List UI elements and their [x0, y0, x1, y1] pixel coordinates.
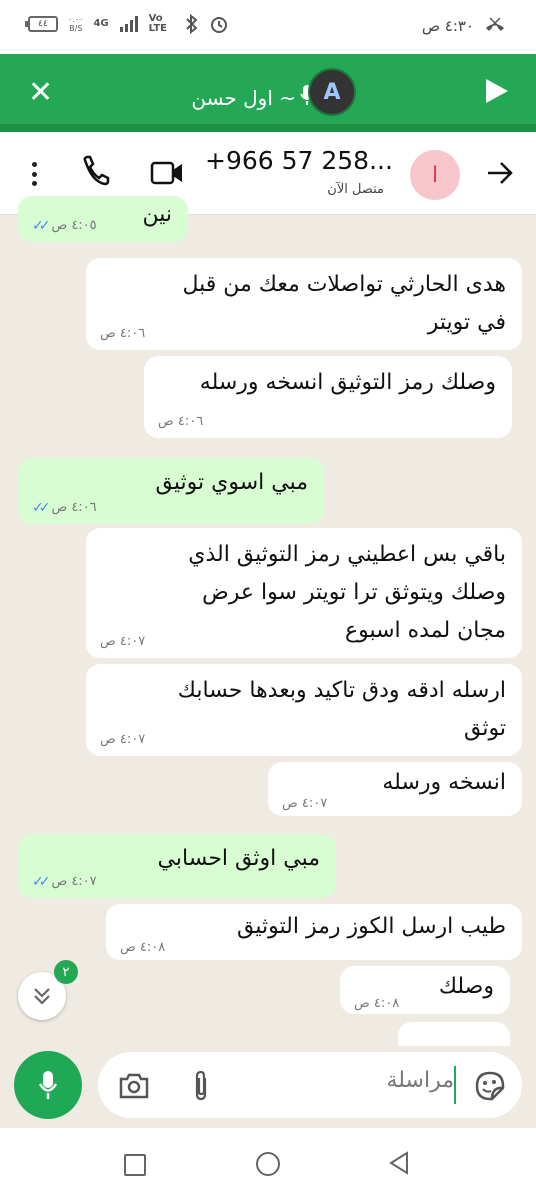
message-text: ارسله ادقه ودق تاكيد وبعدها حسابك توثق	[178, 672, 506, 748]
voice-call-icon[interactable]	[80, 154, 110, 190]
bluetooth-icon	[185, 14, 198, 34]
message-time: ٤:٠٨ ص	[120, 940, 166, 955]
alarm-icon	[210, 17, 227, 33]
message-meta: ٤:٠٧ ص	[100, 732, 145, 748]
message-bubble[interactable]: ارسله ادقه ودق تاكيد وبعدها حسابك توثق ٤…	[86, 664, 522, 756]
more-options-icon[interactable]	[22, 156, 46, 192]
contact-name[interactable]: +966 57 258...	[205, 146, 393, 175]
net-speed: ٠.٠٠ B/S	[68, 15, 83, 33]
call-active-icon	[486, 17, 504, 31]
message-line: توثق	[464, 716, 506, 741]
ongoing-call-banner[interactable]: ✕ ~ اول حسن A	[0, 54, 536, 132]
group-avatar: A	[308, 68, 356, 116]
message-bubble[interactable]: هدى الحارثي تواصلات معك من قبل في تويتر …	[86, 258, 522, 350]
message-time: ٤:٠٦ ص	[51, 500, 97, 515]
message-bubble[interactable]: مبي اوثق احسابي ٤:٠٧ ص ✓✓	[18, 834, 336, 898]
message-line: في تويتر	[427, 310, 506, 335]
message-text: هدى الحارثي تواصلات معك من قبل في تويتر	[182, 266, 506, 342]
message-text: وصلك رمز التوثيق انسخه ورسله	[199, 370, 496, 395]
message-time: ٤:٠٧ ص	[282, 796, 328, 811]
message-time: ٤:٠٨ ص	[354, 996, 400, 1011]
message-meta: ٤:٠٦ ص ✓✓	[32, 500, 97, 516]
message-input[interactable]: مراسلة	[386, 1068, 454, 1093]
message-meta: ٤:٠٧ ص	[100, 634, 145, 650]
message-meta: ٤:٠٧ ص	[282, 796, 327, 812]
network-type: 4G	[93, 18, 109, 29]
double-chevron-down-icon	[34, 988, 50, 1005]
message-text: انسخه ورسله	[382, 770, 506, 795]
battery-level: ٤٤	[38, 19, 48, 29]
system-nav-bar	[0, 1128, 536, 1200]
read-ticks-icon: ✓✓	[32, 874, 51, 890]
text-cursor	[454, 1066, 456, 1104]
volte-indicator: Vo LTE	[148, 13, 167, 34]
contact-avatar[interactable]: ا	[410, 150, 460, 200]
attachment-icon[interactable]	[190, 1070, 212, 1102]
message-bubble[interactable]: باقي بس اعطيني رمز التوثيق الذي وصلك ويت…	[86, 528, 522, 658]
read-ticks-icon: ✓✓	[32, 218, 51, 234]
message-line: ارسله ادقه ودق تاكيد وبعدها حسابك	[177, 678, 506, 703]
battery-icon: ٤٤	[25, 16, 58, 32]
back-arrow-icon[interactable]	[486, 160, 514, 186]
banner-shadow	[0, 124, 536, 132]
camera-icon[interactable]	[118, 1072, 150, 1100]
message-time: ٤:٠٧ ص	[100, 732, 146, 747]
message-time: ٤:٠٧ ص	[51, 874, 97, 889]
message-text: باقي بس اعطيني رمز التوثيق الذي وصلك ويت…	[188, 536, 506, 650]
status-bar: ٤٤ ٠.٠٠ B/S 4G Vo LTE ٤:٣٠ ص	[0, 0, 536, 54]
message-time: ٤:٠٦ ص	[100, 326, 146, 341]
net-speed-unit: B/S	[69, 24, 83, 33]
message-time: ٤:٠٦ ص	[158, 414, 204, 429]
message-line: هدى الحارثي تواصلات معك من قبل	[182, 272, 506, 297]
message-bubble[interactable]: مبي اسوي توثيق ٤:٠٦ ص ✓✓	[18, 458, 324, 524]
video-call-icon[interactable]	[150, 160, 184, 186]
message-meta: ٤:٠٦ ص	[100, 326, 145, 342]
message-meta: ٤:٠٨ ص	[120, 940, 165, 956]
voice-message-button[interactable]	[14, 1051, 82, 1119]
unread-count-badge: ٢	[54, 960, 78, 984]
message-bubble[interactable]: نين ٤:٠٥ ص ✓✓	[18, 196, 188, 242]
message-composer[interactable]: مراسلة	[98, 1052, 522, 1118]
message-meta: ٤:٠٦ ص	[158, 414, 203, 430]
message-time: ٤:٠٥ ص	[51, 218, 97, 233]
sticker-icon[interactable]	[474, 1070, 506, 1102]
recent-apps-button[interactable]	[124, 1154, 146, 1176]
message-bubble[interactable]: انسخه ورسله ٤:٠٧ ص	[268, 762, 522, 816]
message-text: مبي اوثق احسابي	[157, 846, 320, 871]
message-meta: ٤:٠٨ ص	[354, 996, 399, 1012]
signal-icon	[119, 16, 138, 32]
message-text: مبي اسوي توثيق	[155, 470, 308, 495]
message-line: وصلك ويتوثق ترا تويتر سوا عرض	[202, 580, 506, 605]
presence-status: متصل الآن	[327, 182, 384, 197]
net-speed-value: ٠.٠٠	[68, 15, 84, 24]
read-ticks-icon: ✓✓	[32, 500, 51, 516]
back-button[interactable]	[388, 1150, 410, 1176]
close-icon[interactable]: ✕	[28, 78, 53, 108]
message-meta: ٤:٠٧ ص ✓✓	[32, 874, 97, 890]
message-bubble[interactable]: وصلك ٤:٠٨ ص	[340, 966, 510, 1014]
message-text: وصلك	[438, 974, 494, 999]
message-text: نين	[142, 202, 172, 227]
play-icon[interactable]	[486, 79, 508, 103]
status-time: ٤:٣٠ ص	[421, 17, 474, 35]
message-bubble[interactable]: طيب ارسل الكوز رمز التوثيق ٤:٠٨ ص	[106, 904, 522, 960]
microphone-icon	[38, 1071, 58, 1099]
call-title: ~ اول حسن	[191, 86, 296, 110]
home-button[interactable]	[256, 1152, 280, 1176]
message-line: باقي بس اعطيني رمز التوثيق الذي	[188, 542, 506, 567]
message-line: مجان لمده اسبوع	[344, 618, 506, 643]
message-time: ٤:٠٧ ص	[100, 634, 146, 649]
message-bubble-partial[interactable]	[398, 1022, 510, 1046]
message-text: طيب ارسل الكوز رمز التوثيق	[237, 914, 506, 939]
message-bubble[interactable]: وصلك رمز التوثيق انسخه ورسله ٤:٠٦ ص	[144, 356, 512, 438]
message-meta: ٤:٠٥ ص ✓✓	[32, 218, 97, 234]
